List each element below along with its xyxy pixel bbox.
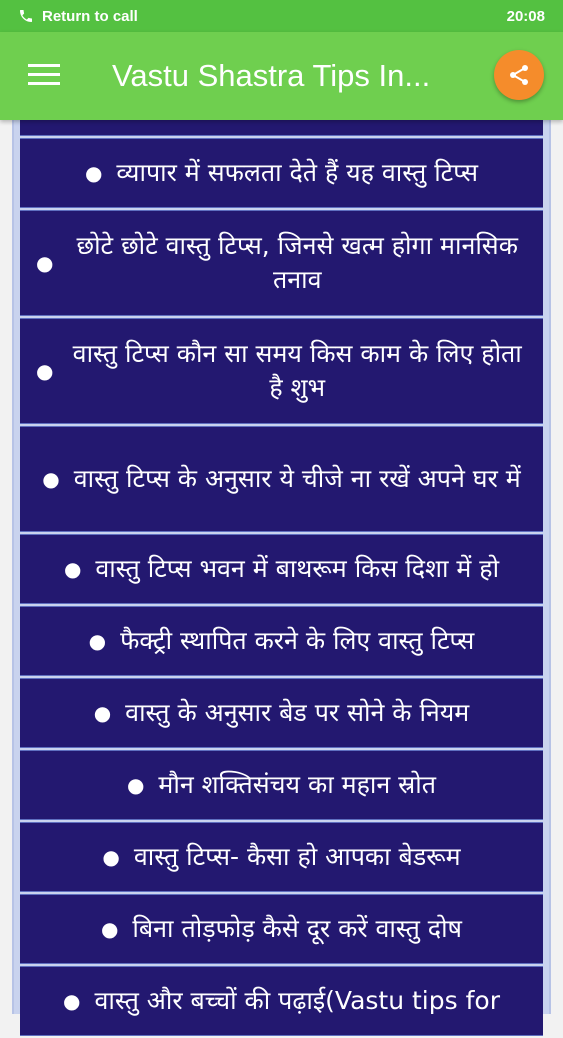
list-item-label: वास्तु टिप्स कौन सा समय किस काम के लिए ह… — [72, 339, 522, 402]
list-item[interactable]: ● वास्तु और बच्चों की पढ़ाई(Vastu tips f… — [20, 966, 543, 1036]
list-item-label: वास्तु के अनुसार बेड पर सोने के नियम — [125, 698, 470, 727]
app-bar: Vastu Shastra Tips In... — [0, 32, 563, 120]
list-item-label: व्यापार में सफलता देते हैं यह वास्तु टिप… — [116, 158, 479, 187]
list-item[interactable]: ● वास्तु टिप्स- कैसा हो आपका बेडरूम — [20, 822, 543, 892]
list-item[interactable]: ● वास्तु टिप्स भवन में बाथरूम किस दिशा म… — [20, 534, 543, 604]
list-item-label: वास्तु और बच्चों की पढ़ाई(Vastu tips for — [94, 986, 500, 1015]
bullet-icon: ● — [36, 359, 54, 383]
phone-icon — [20, 10, 32, 22]
page-title: Vastu Shastra Tips In... — [112, 58, 431, 93]
return-to-call[interactable]: Return to call — [18, 8, 138, 25]
clock: 20:08 — [506, 7, 545, 25]
bullet-icon: ● — [63, 557, 82, 581]
list-item-label: छोटे छोटे वास्तु टिप्स, जिनसे खत्म होगा … — [76, 231, 518, 294]
list-item-label: वास्तु टिप्स- कैसा हो आपका बेडरूम — [133, 842, 461, 871]
list-item[interactable]: ● वास्तु टिप्स कौन सा समय किस काम के लिए… — [20, 318, 543, 424]
list-item-label: बिना तोड़फोड़ कैसे दूर करें वास्तु दोष — [132, 914, 463, 943]
list-item[interactable]: ● वास्तु टिप्स के अनुसार ये चीजे ना रखें… — [20, 426, 543, 532]
hamburger-menu-icon[interactable] — [28, 64, 60, 88]
list-item[interactable]: ● बिना तोड़फोड़ कैसे दूर करें वास्तु दोष — [20, 894, 543, 964]
list-item[interactable]: ● व्यापार में सफलता देते हैं यह वास्तु ट… — [20, 138, 543, 208]
bullet-icon: ● — [42, 467, 60, 491]
bullet-icon: ● — [63, 989, 81, 1013]
list-item[interactable]: ● वास्तु के अनुसार बेड पर सोने के नियम — [20, 678, 543, 748]
bullet-icon: ● — [102, 845, 120, 869]
article-list: ● व्यापार में सफलता देते हैं यह वास्तु ट… — [20, 104, 543, 1038]
bullet-icon: ● — [126, 773, 145, 797]
list-item[interactable]: ● फैक्ट्री स्थापित करने के लिए वास्तु टि… — [20, 606, 543, 676]
list-item-label: मौन शक्तिसंचय का महान स्रोत — [158, 770, 437, 799]
share-icon — [510, 65, 528, 85]
list-item[interactable]: ● मौन शक्तिसंचय का महान स्रोत — [20, 750, 543, 820]
bullet-icon: ● — [88, 629, 107, 653]
share-button[interactable] — [494, 50, 544, 100]
bullet-icon: ● — [100, 917, 119, 941]
bullet-icon: ● — [84, 161, 103, 185]
list-item[interactable]: ● छोटे छोटे वास्तु टिप्स, जिनसे खत्म होग… — [20, 210, 543, 316]
return-to-call-label: Return to call — [42, 7, 138, 25]
list-item-label: फैक्ट्री स्थापित करने के लिए वास्तु टिप्… — [120, 626, 475, 655]
status-bar: Return to call 20:08 — [0, 0, 563, 32]
list-item-label: वास्तु टिप्स के अनुसार ये चीजे ना रखें अ… — [73, 464, 521, 493]
bullet-icon: ● — [93, 701, 112, 725]
bullet-icon: ● — [36, 251, 54, 275]
list-item-label: वास्तु टिप्स भवन में बाथरूम किस दिशा में… — [95, 554, 500, 583]
